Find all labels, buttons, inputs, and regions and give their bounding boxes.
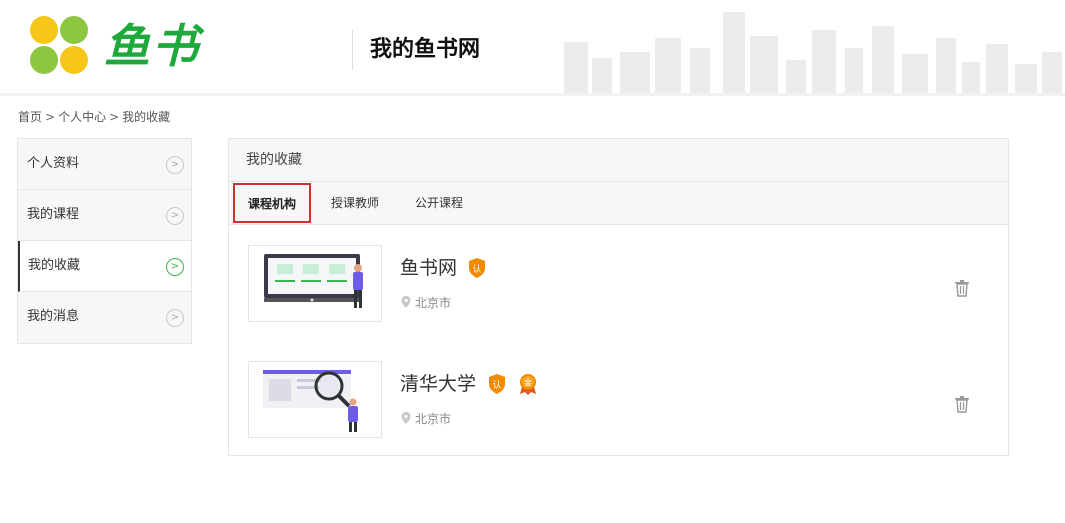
page-title: 我的鱼书网 — [370, 37, 481, 62]
tab-open-courses[interactable]: 公开课程 — [409, 182, 469, 224]
tab-course-org[interactable]: 课程机构 — [233, 183, 311, 223]
badge-label: 认 — [492, 379, 501, 391]
breadcrumb-separator: > — [109, 110, 120, 124]
sidebar-item-label: 个人资料 — [27, 156, 80, 171]
header-divider — [352, 30, 353, 70]
monitor-illustration-icon — [264, 254, 363, 308]
favorites-panel: 我的收藏 课程机构 授课教师 公开课程 鱼书网 认 北京市 清华大学 认 金 北… — [228, 138, 1009, 456]
breadcrumb-user-center[interactable]: 个人中心 — [58, 110, 106, 124]
sidebar-item-profile[interactable]: 个人资料 > — [18, 139, 191, 190]
clover-logo-icon — [30, 16, 88, 74]
city-skyline-decoration — [564, 12, 1062, 93]
tab-teachers[interactable]: 授课教师 — [325, 182, 385, 224]
breadcrumb-home[interactable]: 首页 — [18, 110, 42, 124]
search-illustration-icon — [263, 370, 358, 432]
list-item: 清华大学 认 金 北京市 — [248, 361, 990, 439]
chevron-right-circle-icon: > — [166, 309, 184, 327]
list-item: 鱼书网 认 北京市 — [248, 245, 990, 323]
trash-icon[interactable] — [954, 279, 970, 297]
location-text: 北京市 — [415, 412, 452, 426]
org-location: 北京市 — [400, 411, 451, 427]
trash-icon[interactable] — [954, 395, 970, 413]
breadcrumb-separator: > — [45, 110, 56, 124]
org-location: 北京市 — [400, 295, 451, 311]
certified-badge-icon: 认 — [489, 374, 505, 394]
badge-label: 金 — [524, 378, 532, 388]
chevron-right-circle-icon: > — [166, 156, 184, 174]
panel-title: 我的收藏 — [229, 139, 1008, 182]
breadcrumb-current: 我的收藏 — [122, 110, 171, 124]
gold-medal-badge-icon: 金 — [520, 374, 536, 395]
org-thumbnail[interactable] — [248, 245, 382, 322]
favorites-tabs: 课程机构 授课教师 公开课程 — [229, 182, 1008, 225]
sidebar-item-messages[interactable]: 我的消息 > — [18, 292, 191, 343]
sidebar-item-favorites[interactable]: 我的收藏 > — [18, 241, 191, 292]
breadcrumb: 首页 > 个人中心 > 我的收藏 — [18, 109, 170, 125]
location-pin-icon — [401, 412, 411, 424]
logo-text: 鱼书 — [104, 19, 200, 73]
sidebar-item-label: 我的消息 — [27, 309, 80, 324]
org-name[interactable]: 清华大学 — [400, 371, 476, 397]
org-thumbnail[interactable] — [248, 361, 382, 438]
badge-label: 认 — [472, 263, 481, 275]
sidebar-item-label: 我的收藏 — [28, 258, 81, 273]
org-name[interactable]: 鱼书网 — [400, 255, 457, 281]
certified-badge-icon: 认 — [469, 258, 485, 278]
site-header: 鱼书 我的鱼书网 — [0, 0, 1065, 96]
site-logo[interactable]: 鱼书 — [28, 14, 258, 78]
sidebar: 个人资料 > 我的课程 > 我的收藏 > 我的消息 > — [17, 138, 192, 344]
location-pin-icon — [401, 296, 411, 308]
chevron-right-circle-icon: > — [166, 258, 184, 276]
location-text: 北京市 — [415, 296, 452, 310]
sidebar-item-label: 我的课程 — [27, 207, 80, 222]
chevron-right-circle-icon: > — [166, 207, 184, 225]
sidebar-item-courses[interactable]: 我的课程 > — [18, 190, 191, 241]
